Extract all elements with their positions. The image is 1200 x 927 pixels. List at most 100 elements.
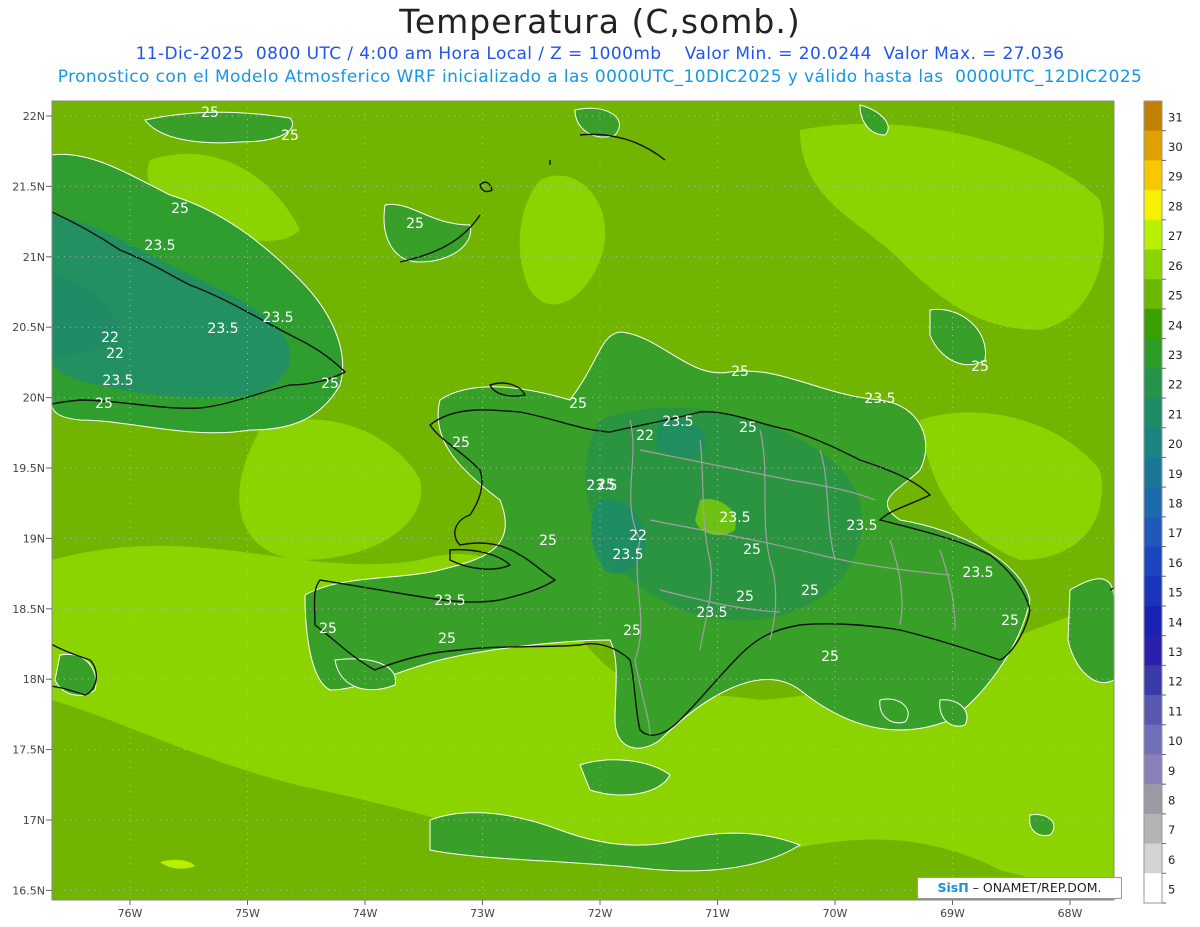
contour-label: 25 bbox=[452, 435, 470, 451]
contour-label: 25 bbox=[406, 216, 424, 232]
lat-label: 21.5N bbox=[12, 180, 45, 193]
colorbar-label: 9 bbox=[1168, 764, 1175, 778]
contour-label: 25 bbox=[971, 359, 989, 375]
lat-label: 21N bbox=[23, 251, 45, 264]
colorbar-swatch bbox=[1144, 457, 1162, 488]
colorbar-swatch bbox=[1144, 754, 1162, 785]
colorbar-label: 17 bbox=[1168, 526, 1183, 540]
temperature-colorbar: 31 30 29 28 27 26 25 24 23 22 21 20 19 18 17 16 15 14 13 12… bbox=[1143, 100, 1183, 904]
contour-label: 23.5 bbox=[612, 547, 643, 563]
lon-label: 75W bbox=[235, 907, 260, 920]
lat-label: 18N bbox=[23, 673, 45, 686]
contour-label: 23.5 bbox=[696, 605, 727, 621]
contour-label: 25 bbox=[739, 420, 757, 436]
contour-label: 25 bbox=[201, 105, 219, 121]
colorbar-label: 11 bbox=[1168, 704, 1183, 718]
colorbar-label: 29 bbox=[1168, 170, 1183, 184]
colorbar-swatch bbox=[1144, 784, 1162, 815]
colorbar-swatch bbox=[1144, 576, 1162, 607]
contour-label: 25 bbox=[95, 396, 113, 412]
colorbar-swatch bbox=[1144, 813, 1162, 844]
colorbar-swatch bbox=[1144, 219, 1162, 250]
colorbar-label: 19 bbox=[1168, 467, 1183, 481]
colorbar-label: 26 bbox=[1168, 259, 1183, 273]
contour-label: 25 bbox=[281, 128, 299, 144]
contour-label: 23.5 bbox=[662, 414, 693, 430]
credit-text: – ONAMET/REP.DOM. bbox=[972, 880, 1102, 895]
contour-label: 23.5 bbox=[262, 310, 293, 326]
contour-label: 25 bbox=[821, 649, 839, 665]
contour-label: 23.5 bbox=[719, 510, 750, 526]
latitude-axis: 22N 21.5N 21N 20.5N 20N 19.5N 19N 18.5N 18N 17.5N… bbox=[12, 110, 52, 897]
colorbar-label: 16 bbox=[1168, 556, 1183, 570]
lon-label: 73W bbox=[470, 907, 495, 920]
colorbar-swatch bbox=[1144, 308, 1162, 340]
contour-label: 25 bbox=[1001, 613, 1019, 629]
contour-label: 23.5 bbox=[962, 565, 993, 581]
lon-label: 70W bbox=[823, 907, 848, 920]
sispi-logo: SisΠ bbox=[937, 880, 969, 895]
lat-label: 19N bbox=[23, 532, 45, 545]
contour-label: 25 bbox=[569, 396, 587, 412]
lon-label: 69W bbox=[940, 907, 965, 920]
colorbar-swatch bbox=[1144, 843, 1162, 874]
colorbar-swatch bbox=[1144, 665, 1162, 696]
contour-label: 22 bbox=[629, 528, 647, 544]
lon-label: 72W bbox=[588, 907, 613, 920]
colorbar-swatch bbox=[1144, 487, 1162, 518]
colorbar-swatch bbox=[1144, 398, 1162, 429]
map-figure: 22N 21.5N 21N 20.5N 20N 19.5N 19N 18.5N 18N 17.5N… bbox=[12, 100, 1183, 920]
contour-label: 25 bbox=[801, 583, 819, 599]
colorbar-label: 22 bbox=[1168, 378, 1183, 392]
lat-label: 19.5N bbox=[12, 462, 45, 475]
colorbar-label: 7 bbox=[1168, 823, 1175, 837]
contour-label: 23.5 bbox=[846, 518, 877, 534]
colorbar-label: 31 bbox=[1168, 110, 1183, 124]
colorbar-label: 20 bbox=[1168, 437, 1183, 451]
lat-label: 20N bbox=[23, 392, 45, 405]
contour-label: 25 bbox=[743, 542, 761, 558]
colorbar-swatch bbox=[1144, 605, 1162, 637]
lon-label: 74W bbox=[353, 907, 378, 920]
lat-label: 16.5N bbox=[12, 884, 45, 897]
colorbar-swatch bbox=[1144, 724, 1162, 755]
colorbar-swatch bbox=[1144, 338, 1162, 369]
contour-label: 25 bbox=[731, 364, 749, 380]
contour-label: 22 bbox=[101, 330, 119, 346]
colorbar-swatch bbox=[1144, 160, 1162, 191]
contour-label: 25 bbox=[319, 621, 337, 637]
contour-label: 25 bbox=[539, 533, 557, 549]
colorbar-swatch bbox=[1144, 635, 1162, 666]
colorbar-label: 18 bbox=[1168, 496, 1183, 510]
lat-label: 22N bbox=[23, 110, 45, 123]
contour-label: 23.5 bbox=[864, 391, 895, 407]
contour-label: 25 bbox=[171, 201, 189, 217]
contour-label: 23.5 bbox=[207, 321, 238, 337]
lon-label: 68W bbox=[1058, 907, 1083, 920]
lon-label: 76W bbox=[118, 907, 143, 920]
colorbar-swatch bbox=[1144, 101, 1162, 132]
colorbar-label: 21 bbox=[1168, 407, 1183, 421]
colorbar-swatch bbox=[1144, 190, 1162, 221]
contour-label: 23.5 bbox=[102, 373, 133, 389]
colorbar-label: 23 bbox=[1168, 348, 1183, 362]
colorbar-swatch bbox=[1144, 516, 1162, 547]
colorbar-swatch bbox=[1144, 279, 1162, 310]
colorbar-label: 25 bbox=[1168, 289, 1183, 303]
contour-label: 23.5 bbox=[434, 593, 465, 609]
colorbar-label: 28 bbox=[1168, 199, 1183, 213]
lon-label: 71W bbox=[705, 907, 730, 920]
colorbar-swatch bbox=[1144, 130, 1162, 161]
contour-label: 25 bbox=[623, 623, 641, 639]
lat-label: 20.5N bbox=[12, 321, 45, 334]
colorbar-swatch bbox=[1144, 427, 1162, 458]
contour-label: 25 bbox=[321, 376, 339, 392]
contour-label: 25 bbox=[736, 589, 754, 605]
colorbar-label: 6 bbox=[1168, 853, 1175, 867]
colorbar-label: 13 bbox=[1168, 645, 1183, 659]
colorbar-swatch bbox=[1144, 873, 1162, 904]
colorbar-label: 15 bbox=[1168, 586, 1183, 600]
contour-label: 25 bbox=[597, 477, 615, 493]
colorbar-label: 14 bbox=[1168, 615, 1183, 629]
lat-label: 17.5N bbox=[12, 744, 45, 757]
